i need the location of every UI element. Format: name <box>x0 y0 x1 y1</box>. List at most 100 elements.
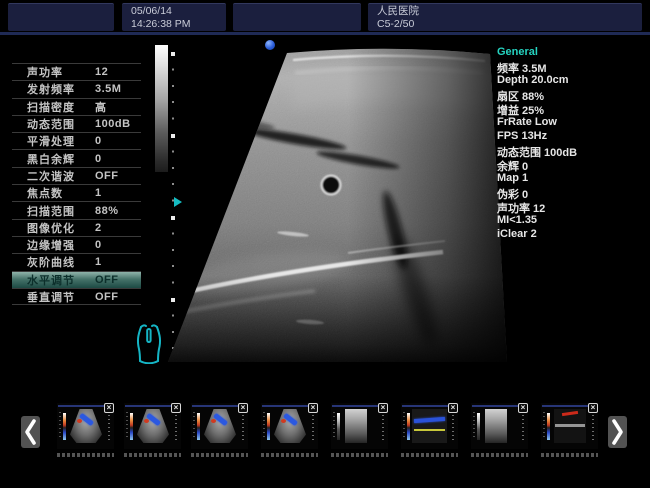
thumbnail-close-icon[interactable]: × <box>238 403 248 413</box>
clip-thumbnail[interactable]: × <box>57 403 114 449</box>
thumbnail-close-icon[interactable]: × <box>104 403 114 413</box>
thumbnail-colorbar <box>477 413 480 440</box>
thumbnail-close-icon[interactable]: × <box>308 403 318 413</box>
info-line: 频率 3.5M <box>497 60 649 74</box>
thumbnail-right-text <box>522 411 524 441</box>
ultrasound-image <box>143 38 515 368</box>
parameter-menu-item[interactable]: 扫描密度 高 <box>12 98 141 115</box>
parameter-menu-item[interactable]: 焦点数 1 <box>12 184 141 201</box>
header-hospital-section: 人民医院 C5-2/50 <box>368 3 642 31</box>
parameter-value: 0 <box>95 239 102 251</box>
thumbnail-left-text <box>126 412 128 440</box>
chevron-right-icon <box>608 416 627 448</box>
thumbnails-next-button[interactable] <box>608 416 627 448</box>
mmode-yellow-trace <box>414 429 445 431</box>
parameter-label: 平滑处理 <box>27 133 95 149</box>
parameter-label: 焦点数 <box>27 185 95 201</box>
clip-thumbnail[interactable]: × <box>261 403 318 449</box>
parameter-value: 高 <box>95 99 107 115</box>
parameter-value: 0 <box>95 135 102 147</box>
info-line: 动态范围 100dB <box>497 144 649 158</box>
parameter-label: 边缘增强 <box>27 237 95 253</box>
thumbnail-image <box>412 409 447 443</box>
header-date: 05/06/14 <box>131 5 226 18</box>
parameter-menu-item[interactable]: 平滑处理 0 <box>12 132 141 149</box>
info-line: MI<1.35 <box>497 214 649 228</box>
thumbnail-image <box>274 409 306 443</box>
parameter-menu-item[interactable]: 垂直调节 OFF <box>12 288 141 305</box>
thumbnail-colorbar <box>267 413 270 440</box>
probe-model: C5-2/50 <box>377 18 642 31</box>
thumbnail-right-text <box>242 411 244 441</box>
parameter-menu-item[interactable]: 黑白余辉 0 <box>12 149 141 166</box>
parameter-menu-item[interactable]: 二次谐波 OFF <box>12 167 141 184</box>
thumbnail-image <box>70 409 102 443</box>
parameter-value: 0 <box>95 153 102 165</box>
thumbnail-caption <box>471 453 528 457</box>
parameter-menu-item[interactable]: 声功率 12 <box>12 63 141 80</box>
parameter-value: OFF <box>95 170 119 182</box>
thumbnail-close-icon[interactable]: × <box>171 403 181 413</box>
thumbnail-left-text <box>333 412 335 440</box>
thumbnail-right-text <box>592 411 594 441</box>
parameter-menu-item[interactable]: 动态范围 100dB <box>12 115 141 132</box>
parameter-menu-item[interactable]: 边缘增强 0 <box>12 236 141 253</box>
header-time: 14:26:38 PM <box>131 18 226 31</box>
thumbnail-colorbar <box>197 413 200 440</box>
thumbnail-image <box>345 409 367 443</box>
thumbnail-close-icon[interactable]: × <box>518 403 528 413</box>
parameter-menu-item[interactable]: 水平调节 OFF <box>12 271 141 288</box>
thumbnail-colorbar <box>130 413 133 440</box>
clip-thumbnail[interactable]: × <box>331 403 388 449</box>
thumbnail-right-text <box>108 411 110 441</box>
header-patient-section <box>8 3 114 31</box>
parameter-label: 图像优化 <box>27 220 95 236</box>
info-line: 伪彩 0 <box>497 186 649 200</box>
thumbnail-close-icon[interactable]: × <box>588 403 598 413</box>
ultrasound-app-screen: 05/06/14 14:26:38 PM 人民医院 C5-2/50 声功率 12… <box>0 0 650 488</box>
parameter-menu-item[interactable]: 发射频率 3.5M <box>12 80 141 97</box>
parameter-menu-item[interactable]: 图像优化 2 <box>12 219 141 236</box>
body-mark-abdomen-icon[interactable] <box>132 322 166 364</box>
thumbnail-caption <box>57 453 114 457</box>
info-line: 增益 25% <box>497 102 649 116</box>
preset-name: General <box>497 46 649 60</box>
clip-thumbnail[interactable]: × <box>191 403 248 449</box>
info-line: FrRate Low <box>497 116 649 130</box>
thumbnail-image <box>204 409 236 443</box>
parameter-label: 扫描密度 <box>27 99 95 115</box>
parameter-value: 12 <box>95 66 108 78</box>
thumbnail-close-icon[interactable]: × <box>378 403 388 413</box>
clip-thumbnail[interactable]: × <box>124 403 181 449</box>
thumbnail-caption <box>124 453 181 457</box>
clip-thumbnail[interactable]: × <box>471 403 528 449</box>
header-datetime-section: 05/06/14 14:26:38 PM <box>122 3 226 31</box>
parameter-value: 1 <box>95 187 102 199</box>
spectral-red-trace <box>562 411 578 416</box>
thumbnail-caption <box>331 453 388 457</box>
thumbnail-caption <box>401 453 458 457</box>
thumbnail-colorbar <box>63 413 66 440</box>
parameter-value: 88% <box>95 205 119 217</box>
thumbnail-image <box>137 409 169 443</box>
clip-thumbnail[interactable]: × <box>401 403 458 449</box>
spectral-baseline <box>555 424 585 427</box>
parameter-label: 声功率 <box>27 64 95 80</box>
thumbnail-colorbar <box>337 413 340 440</box>
info-line: Map 1 <box>497 172 649 186</box>
info-line: 声功率 12 <box>497 200 649 214</box>
parameter-value: OFF <box>95 291 119 303</box>
doppler-red-flow <box>211 419 216 423</box>
info-line: iClear 2 <box>497 228 649 242</box>
thumbnails-prev-button[interactable] <box>21 416 40 448</box>
parameter-label: 水平调节 <box>27 272 95 288</box>
thumbnail-right-text <box>175 411 177 441</box>
parameter-menu-item[interactable]: 灰阶曲线 1 <box>12 253 141 270</box>
parameter-menu-item[interactable]: 扫描范围 88% <box>12 201 141 218</box>
parameter-value: 1 <box>95 256 102 268</box>
clip-thumbnail[interactable]: × <box>541 403 598 449</box>
hospital-name: 人民医院 <box>377 5 642 18</box>
thumbnail-caption <box>191 453 248 457</box>
thumbnail-close-icon[interactable]: × <box>448 403 458 413</box>
thumbnail-left-text <box>473 412 475 440</box>
